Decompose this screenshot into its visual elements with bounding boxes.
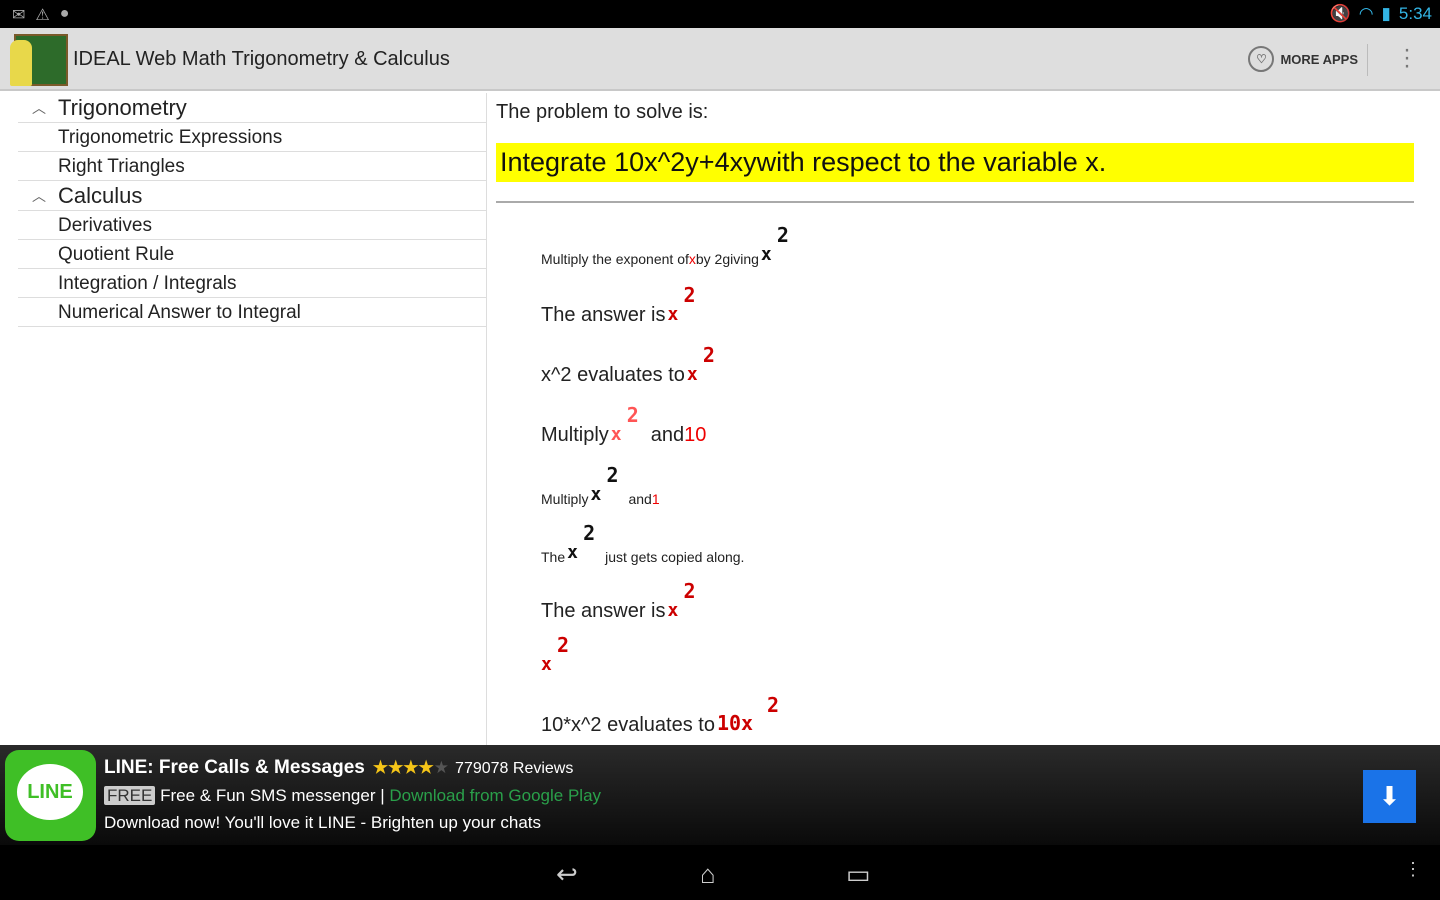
step: The answer is x 2 — [541, 283, 696, 327]
step-text: The answer is — [541, 304, 666, 326]
item-numerical-answer[interactable]: Numerical Answer to Integral — [18, 298, 486, 327]
wifi-icon: ◠ — [1358, 4, 1374, 23]
math-image: x2 — [667, 283, 696, 325]
step: x2 — [541, 633, 569, 677]
step: Multiply x 2 and 1 — [541, 463, 660, 507]
solution-pane: The problem to solve is: Integrate 10x^2… — [496, 93, 1414, 745]
step: Multiply x 2 and 10 — [541, 403, 706, 447]
math-image: x2 — [610, 403, 639, 445]
menu-icon[interactable]: ⋮ — [1404, 859, 1422, 880]
step-text: Multiply the exponent of — [541, 251, 689, 267]
math-image: x2 — [686, 343, 715, 385]
item-trigonometric-expressions[interactable]: Trigonometric Expressions — [18, 123, 486, 152]
action-bar: IDEAL Web Math Trigonometry & Calculus ♡… — [0, 28, 1440, 91]
step-text: Multiply — [541, 424, 609, 446]
step-text: and — [650, 424, 685, 446]
app-title: IDEAL Web Math Trigonometry & Calculus — [73, 48, 450, 70]
step-text: The — [541, 549, 566, 565]
step-text: Multiply — [541, 491, 589, 507]
divider — [496, 201, 1414, 203]
download-button[interactable]: ⬇ — [1363, 770, 1416, 823]
math-image: x2 — [541, 633, 570, 675]
group-calculus[interactable]: ︿ Calculus — [18, 181, 486, 211]
battery-icon: ▮ — [1381, 4, 1391, 23]
lead-text: The problem to solve is: — [496, 101, 709, 123]
mute-icon: 🔇 — [1329, 4, 1351, 23]
coefficient: 10 — [684, 424, 707, 446]
step-text: by 2giving — [695, 251, 759, 267]
free-badge: FREE — [104, 786, 156, 805]
math-image: 10x 2 — [716, 693, 779, 735]
step-text: x^2 evaluates to — [541, 364, 685, 386]
back-icon[interactable]: ↩ — [556, 859, 578, 890]
math-image: x2 — [667, 579, 696, 621]
step-text: and — [628, 491, 652, 507]
step: x^2 evaluates to x2 — [541, 343, 715, 387]
math-image: x2 — [760, 223, 789, 265]
step: Multiply the exponent of x by 2giving x 2 — [541, 223, 789, 267]
group-trigonometry[interactable]: ︿ Trigonometry — [18, 93, 486, 123]
more-apps-button[interactable]: ♡ MORE APPS — [1248, 46, 1358, 72]
math-image: x2 — [567, 521, 596, 563]
rating-stars: ★★★★★ — [372, 758, 450, 777]
item-right-triangles[interactable]: Right Triangles — [18, 152, 486, 181]
clock: 5:34 — [1398, 4, 1432, 23]
step-text: just gets copied along. — [605, 549, 745, 565]
step: 10*x^2 evaluates to 10x 2 — [541, 693, 785, 737]
math-image: x2 — [590, 463, 619, 505]
app-logo[interactable] — [10, 34, 68, 86]
google-play-link[interactable]: Download from Google Play — [389, 786, 601, 805]
problem-statement: Integrate 10x^2y+4xywith respect to the … — [496, 143, 1414, 182]
ad-description: Download now! You'll love it LINE - Brig… — [104, 813, 541, 832]
variable: x — [688, 251, 696, 267]
chevron-up-icon: ︿ — [32, 188, 46, 204]
step-text: The answer is — [541, 600, 666, 622]
recent-apps-icon[interactable]: ▭ — [846, 859, 871, 890]
item-integration[interactable]: Integration / Integrals — [18, 269, 486, 298]
gmail-icon: ✉ — [12, 7, 26, 24]
line-app-icon: LINE — [5, 750, 96, 841]
step: The answer is x 2 — [541, 579, 696, 623]
status-bar: ✉ ⚠ ● 🔇 ◠ ▮ 5:34 — [0, 0, 1440, 28]
android-icon: ● — [59, 5, 70, 22]
line-logo-text: LINE — [17, 764, 83, 820]
review-count: 779078 Reviews — [455, 760, 574, 777]
home-icon[interactable]: ⌂ — [700, 859, 716, 890]
navigation-bar: ↩ ⌂ ▭ ⋮ — [0, 845, 1440, 900]
warning-icon: ⚠ — [35, 7, 50, 24]
divider — [1367, 44, 1368, 76]
chevron-up-icon: ︿ — [32, 100, 46, 116]
pane-divider — [486, 93, 487, 745]
heart-icon: ♡ — [1248, 46, 1275, 72]
ad-title: LINE: Free Calls & Messages — [104, 757, 365, 778]
item-quotient-rule[interactable]: Quotient Rule — [18, 240, 486, 269]
step-text: 10*x^2 evaluates to — [541, 714, 715, 736]
topic-list: ︿ Trigonometry Trigonometric Expressions … — [18, 93, 486, 327]
overflow-menu-icon[interactable]: · · · — [1402, 38, 1412, 78]
step: The x 2 just gets copied along. — [541, 521, 744, 565]
coefficient: 1 — [651, 491, 660, 507]
ad-tagline: Free & Fun SMS messenger | — [160, 786, 390, 805]
ad-banner[interactable]: LINE LINE: Free Calls & Messages ★★★★★ 779… — [0, 745, 1440, 845]
item-derivatives[interactable]: Derivatives — [18, 211, 486, 240]
